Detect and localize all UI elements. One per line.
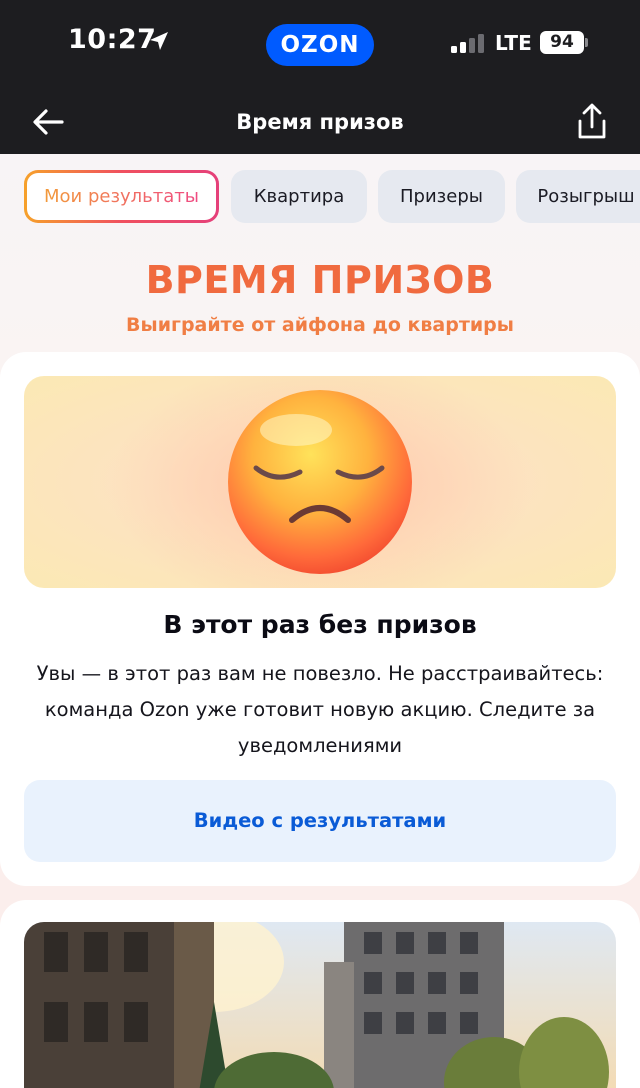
- ozon-logo: OZON: [266, 24, 374, 66]
- video-results-button[interactable]: Видео с результатами: [24, 780, 616, 862]
- status-bar: 10:27 OZON LTE 94: [0, 0, 640, 90]
- nav-bar: Время призов: [0, 90, 640, 154]
- tab-bar: Мои результаты Квартира Призеры Розыгрыш: [0, 170, 640, 224]
- battery-icon: 94: [540, 31, 584, 54]
- result-heading: В этот раз без призов: [163, 610, 477, 639]
- tab-my-results[interactable]: Мои результаты: [24, 170, 219, 223]
- promo-subtitle: Выиграйте от айфона до квартиры: [126, 314, 514, 336]
- location-arrow-icon: [150, 32, 168, 50]
- apartment-building-photo: [24, 922, 616, 1088]
- network-type: LTE: [495, 31, 532, 55]
- status-time: 10:27: [68, 24, 157, 55]
- promo-title: ВРЕМЯ ПРИЗОВ: [145, 258, 495, 302]
- screen: 10:27 OZON LTE 94 Время призов Мои резул…: [0, 0, 640, 1088]
- sad-face-emoji: [110, 376, 530, 588]
- tab-apartment[interactable]: Квартира: [231, 170, 367, 223]
- signal-bars-icon: [451, 33, 485, 53]
- page-title: Время призов: [236, 110, 404, 134]
- tab-winners[interactable]: Призеры: [378, 170, 505, 223]
- apartment-card[interactable]: [0, 900, 640, 1088]
- result-text: Увы — в этот раз вам не повезло. Не расс…: [36, 662, 604, 757]
- battery-tip: [585, 38, 588, 47]
- tab-label: Розыгрыш: [537, 186, 635, 207]
- tab-label: Мои результаты: [43, 186, 199, 207]
- emoji-banner: [24, 376, 616, 588]
- tab-draw[interactable]: Розыгрыш: [516, 170, 640, 223]
- tab-label: Квартира: [253, 186, 345, 207]
- tab-label: Призеры: [400, 186, 483, 207]
- share-icon[interactable]: [570, 100, 614, 144]
- result-card: В этот раз без призов Увы — в этот раз в…: [0, 352, 640, 886]
